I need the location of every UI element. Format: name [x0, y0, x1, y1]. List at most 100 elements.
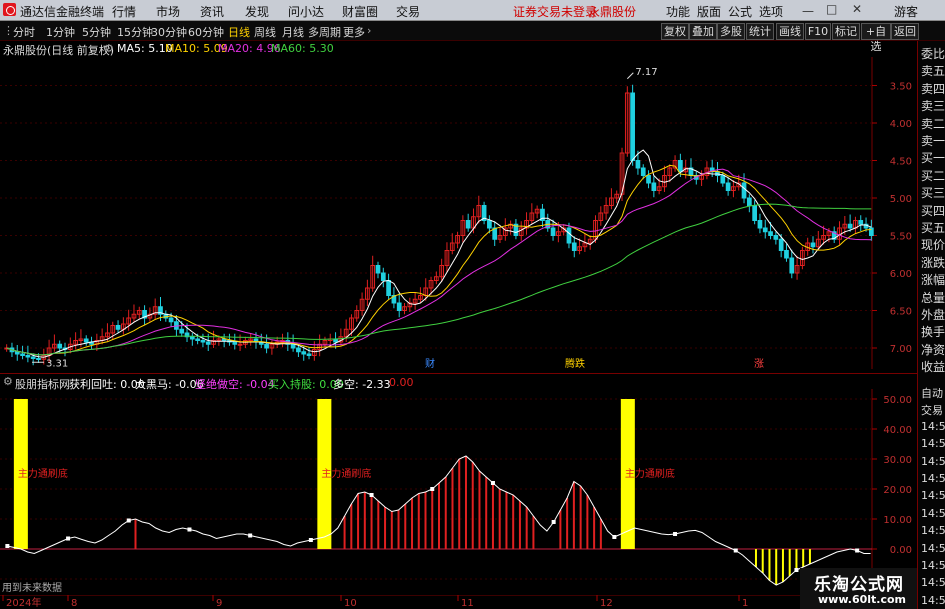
quote-item-label: 收益 — [921, 360, 945, 375]
candle-body — [789, 257, 795, 274]
indicator-param-extra: 0.00 — [389, 376, 414, 389]
event-mark-finance: 财 — [425, 357, 435, 369]
menu-item-market[interactable]: 市场 — [156, 3, 180, 20]
candle-body — [380, 272, 386, 281]
back-button[interactable]: 返回 — [891, 23, 919, 40]
quote-item-label: 买一 — [921, 151, 945, 166]
indicator-tick-label: 50.00 — [883, 395, 912, 406]
quote-item-label: 换手 — [921, 325, 945, 340]
settings-gear-icon[interactable]: ⚙ — [104, 42, 114, 55]
period-tab-more[interactable]: 更多 — [343, 24, 365, 40]
menu-item-news[interactable]: 资讯 — [200, 3, 224, 20]
trade-time-label: 14:56 — [921, 524, 945, 538]
indicator-chart[interactable]: 50.0040.0030.0020.0010.000.00-10.00主力通刷底… — [0, 389, 917, 595]
candle-body — [773, 235, 779, 240]
candle-body — [487, 220, 492, 229]
candle-body — [205, 341, 211, 345]
chevron-right-icon[interactable]: › — [367, 24, 371, 37]
period-tab-daily[interactable]: 日线 — [228, 24, 250, 40]
menu-item-options[interactable]: 选项 — [759, 3, 783, 20]
period-tab-monthly[interactable]: 月线 — [282, 24, 304, 40]
period-tab-intraday[interactable]: 分时 — [13, 24, 35, 40]
period-toolbar: ⋮ 分时 1分钟 5分钟 15分钟 30分钟 60分钟 日线 周线 月线 多周期… — [0, 21, 945, 53]
indicator-curve-marker — [733, 548, 738, 553]
high-price-label: 7.17 — [635, 67, 657, 78]
period-tab-weekly[interactable]: 周线 — [254, 24, 276, 40]
menu-item-discover[interactable]: 发现 — [245, 3, 269, 20]
candle-body — [57, 343, 63, 349]
menu-item-trade[interactable]: 交易 — [396, 3, 420, 20]
indicator-curve-marker — [248, 533, 253, 538]
candle-body — [678, 160, 683, 173]
x-tick-label: 11 — [461, 598, 474, 609]
candle-body — [646, 175, 651, 184]
menu-item-function[interactable]: 功能 — [666, 3, 690, 20]
period-tab-60min[interactable]: 60分钟 — [188, 24, 224, 40]
indicator-gear-icon[interactable]: ⚙ — [3, 375, 13, 388]
draw-line-button[interactable]: 画线 — [776, 23, 804, 40]
indicator-curve-marker — [369, 493, 374, 497]
statistics-button[interactable]: 统计 — [746, 23, 774, 40]
low-price-label: 3.31 — [46, 358, 68, 369]
app-title: 通达信金融终端 — [20, 5, 105, 19]
candle-body — [465, 220, 471, 229]
candle-body — [571, 242, 577, 251]
menu-item-quotes[interactable]: 行情 — [112, 3, 136, 20]
app-logo-icon — [3, 3, 16, 16]
indicator-curve-marker — [490, 481, 495, 485]
menu-item-wealth[interactable]: 财富圈 — [342, 3, 378, 20]
candle-body — [200, 340, 206, 343]
candle-body — [651, 182, 657, 191]
period-tab-30min[interactable]: 30分钟 — [151, 24, 187, 40]
candle-body — [741, 182, 747, 199]
indicator-tick-label: 40.00 — [883, 425, 912, 436]
auto-trade-label[interactable]: 交易 — [921, 402, 943, 418]
indicator-curve-marker — [794, 568, 799, 572]
high-price-pointer — [626, 72, 634, 80]
quote-item-label: 涨跌 — [921, 255, 945, 270]
indicator-tick-label: 0.00 — [890, 545, 912, 556]
period-tab-15min[interactable]: 15分钟 — [117, 24, 153, 40]
minimize-icon[interactable]: — — [802, 4, 814, 18]
quote-item-label: 买二 — [921, 168, 945, 183]
login-notice[interactable]: 证券交易未登录 — [513, 3, 597, 20]
add-watchlist-button[interactable]: +自选 — [861, 23, 891, 53]
menu-item-xiaoda[interactable]: 问小达 — [288, 3, 324, 20]
quote-item-label: 卖四 — [921, 81, 945, 96]
indicator-curve-marker — [308, 538, 313, 542]
signal-label: 主力通刷底 — [18, 467, 68, 480]
quote-item-label: 买五 — [921, 221, 945, 235]
trade-time-label: 14:56 — [921, 472, 945, 485]
period-tab-5min[interactable]: 5分钟 — [82, 24, 111, 40]
candlestick-chart[interactable]: 7.00 6.50 6.00 5.50 5.00 4.50 4.00 3.50 7.17 3.31… — [0, 57, 917, 369]
signal-label: 主力通刷底 — [321, 467, 371, 480]
candle-body — [30, 356, 36, 359]
auto-trade-label[interactable]: 自动 — [921, 385, 943, 401]
period-tab-multi[interactable]: 多周期 — [308, 24, 341, 40]
candle-body — [306, 353, 312, 356]
candle-body — [168, 317, 174, 323]
maximize-icon[interactable]: □ — [826, 2, 837, 16]
close-icon[interactable]: ✕ — [852, 2, 862, 16]
menu-item-formula[interactable]: 公式 — [728, 3, 752, 20]
multi-stock-button[interactable]: 多股 — [717, 23, 745, 40]
overlay-button[interactable]: 叠加 — [689, 23, 717, 40]
x-tick-label: 2024年 — [6, 596, 41, 609]
mark-button[interactable]: 标记 — [832, 23, 860, 40]
watermark-logo: 乐淘公式网 www.60lt.com — [800, 568, 917, 609]
quote-item-label: 卖五 — [921, 64, 945, 79]
period-tab-1min[interactable]: 1分钟 — [46, 24, 75, 40]
menu-item-layout[interactable]: 版面 — [697, 3, 721, 20]
menu-bar: 通达信金融终端 行情 市场 资讯 发现 问小达 财富圈 交易 证券交易未登录 永… — [0, 0, 945, 21]
quote-item-label: 委比 — [921, 47, 945, 61]
candle-body — [232, 341, 238, 345]
ma10-line — [6, 164, 872, 356]
adjust-button[interactable]: 复权 — [661, 23, 689, 40]
signal-label: 主力通刷底 — [625, 467, 675, 480]
f10-button[interactable]: F10 — [805, 23, 831, 40]
stock-name-header: 永鼎股份 — [588, 5, 637, 19]
candle-body — [36, 358, 41, 360]
candle-body — [752, 205, 757, 221]
date-axis: 2024年 8 9 10 11 12 1 — [0, 595, 917, 609]
guest-label[interactable]: 游客 — [894, 3, 918, 20]
